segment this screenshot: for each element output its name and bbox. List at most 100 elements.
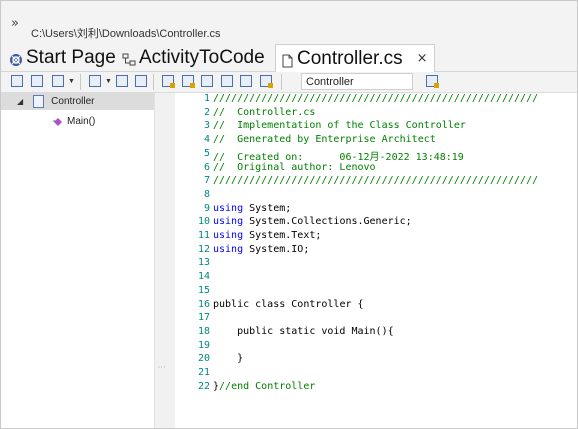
code-token: } [213, 353, 244, 365]
bookmark-icon[interactable] [259, 74, 273, 88]
file-icon [280, 52, 294, 67]
line-number: 18 [197, 325, 210, 337]
sort-icon[interactable] [115, 74, 129, 88]
code-text: // Controller.cs [213, 107, 315, 118]
dropdown-arrow-icon[interactable]: ▼ [68, 78, 75, 85]
tab-activity-to-code[interactable]: ActivityToCode [122, 45, 265, 71]
tree-item-label: Controller [51, 96, 95, 107]
code-text: }//end Controller [213, 381, 315, 392]
toolbar-separator [281, 74, 282, 90]
code-token: System.Collections.Generic; [243, 216, 412, 228]
file-path: C:\Users\刘利\Downloads\Controller.cs [31, 28, 221, 40]
line-number: 12 [197, 243, 210, 255]
splitter-grip[interactable]: ⋮ [157, 363, 166, 371]
code-editor[interactable]: 1///////////////////////////////////////… [175, 93, 577, 428]
collapse-arrow-icon[interactable]: ◢ [17, 97, 23, 106]
code-token: System; [243, 202, 292, 214]
method-icon [53, 117, 63, 127]
keyword-token: using [213, 230, 244, 241]
keyword-token: using [213, 202, 244, 214]
code-token: System.IO; [243, 243, 310, 255]
keyword-token: using [213, 243, 244, 255]
line-number: 20 [197, 353, 210, 365]
comment-token: // Generated by Enterprise Architect [213, 134, 436, 146]
line-number: 8 [203, 188, 210, 200]
line-number: 15 [197, 284, 210, 296]
tree-item-label: Main() [67, 116, 96, 127]
line-number: 14 [197, 271, 210, 283]
line-number: 21 [197, 367, 210, 378]
code-token: System.Text; [243, 230, 322, 241]
start-page-icon [9, 51, 23, 66]
line-number: 3 [203, 120, 210, 132]
toolbar-separator [80, 74, 81, 90]
tab-label: Start Page [26, 47, 116, 68]
indent-icon[interactable] [220, 74, 234, 88]
line-number: 6 [203, 161, 210, 173]
line-number: 7 [203, 175, 210, 187]
tree-item-controller[interactable]: ◢ Controller [1, 93, 154, 110]
tab-controller-cs[interactable]: Controller.cs × [275, 44, 435, 72]
class-icon [33, 95, 45, 108]
comment-token: // Implementation of the Class Controlle… [213, 120, 466, 132]
line-number: 13 [197, 257, 210, 269]
code-text: // Generated by Enterprise Architect [213, 134, 436, 145]
comment-token: // Controller.cs [213, 106, 316, 118]
tree-item-main[interactable]: Main() [53, 113, 95, 130]
tab-strip: Start Page ActivityToCode Controller.cs … [1, 43, 577, 72]
line-number: 17 [197, 312, 210, 324]
code-text: } [213, 353, 243, 364]
tab-start-page[interactable]: Start Page [9, 45, 116, 71]
comment-token: ////////////////////////////////////////… [213, 175, 539, 187]
dropdown-arrow-icon[interactable]: ▼ [105, 78, 112, 85]
line-number: 16 [197, 298, 210, 310]
preview-icon[interactable] [239, 74, 253, 88]
line-number: 19 [197, 339, 210, 351]
save-icon[interactable] [134, 74, 148, 88]
code-text: using System.Text; [213, 230, 321, 241]
tab-label: Controller.cs [297, 47, 403, 69]
code-text: ////////////////////////////////////////… [213, 175, 538, 186]
code-text: public static void Main(){ [213, 326, 394, 337]
editor-window: » C:\Users\刘利\Downloads\Controller.cs St… [0, 0, 578, 429]
line-number: 22 [197, 380, 210, 392]
line-number: 9 [203, 202, 210, 214]
find-icon[interactable] [161, 74, 175, 88]
panel-splitter[interactable]: ⋮ [154, 93, 175, 428]
line-number: 10 [197, 216, 210, 228]
close-tab-icon[interactable]: × [417, 51, 428, 66]
code-text: using System; [213, 203, 291, 214]
keyword-token: using [213, 216, 244, 228]
code-text: using System.IO; [213, 244, 309, 255]
class-view-icon[interactable] [10, 74, 24, 88]
code-token: public static void Main(){ [213, 325, 394, 337]
code-text: // Implementation of the Class Controlle… [213, 120, 466, 131]
toolbar: ▼ ▼ Controller [1, 72, 577, 93]
replace-icon[interactable] [181, 74, 195, 88]
line-number: 4 [203, 134, 210, 146]
code-token: { [351, 298, 364, 310]
code-text: ////////////////////////////////////////… [213, 93, 538, 104]
list-view-icon[interactable] [30, 74, 44, 88]
code-text: public class Controller { [213, 299, 364, 310]
line-number: 5 [203, 147, 210, 159]
comment-token: // Original author: Lenovo [213, 161, 376, 173]
tab-label: ActivityToCode [139, 47, 265, 68]
code-token: public class [213, 298, 292, 310]
line-number: 1 [203, 93, 210, 104]
new-file-icon[interactable] [88, 74, 102, 88]
line-number: 11 [197, 230, 210, 241]
options-icon[interactable] [51, 74, 65, 88]
go-to-line-icon[interactable] [200, 74, 214, 88]
code-text: // Original author: Lenovo [213, 162, 376, 173]
line-number: 2 [203, 106, 210, 118]
navigate-icon[interactable] [425, 74, 439, 88]
highlighted-token: Controller [291, 298, 352, 310]
expand-chevron-icon[interactable]: » [11, 16, 19, 31]
code-text: using System.Collections.Generic; [213, 216, 412, 227]
comment-token: //end Controller [219, 380, 316, 392]
class-tree-panel: ◢ Controller Main() [1, 93, 154, 428]
scope-select[interactable]: Controller [301, 73, 413, 90]
diagram-icon [122, 51, 136, 66]
path-bar: » C:\Users\刘利\Downloads\Controller.cs [1, 1, 577, 43]
